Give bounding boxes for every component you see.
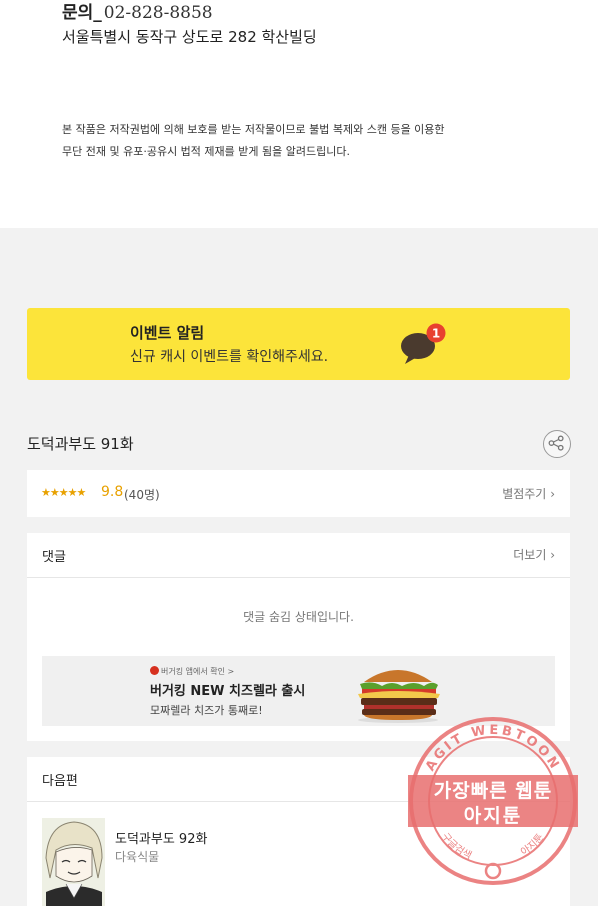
- rating-score: 9.8: [101, 484, 124, 500]
- character-thumbnail-image: [42, 818, 105, 906]
- burgerking-logo-icon: [150, 666, 159, 675]
- comments-more-button[interactable]: 더보기 ›: [513, 546, 555, 563]
- event-banner[interactable]: 이벤트 알림 신규 캐시 이벤트를 확인해주세요. 1: [27, 308, 570, 380]
- chevron-right-icon: ›: [550, 487, 555, 501]
- svg-text:구글검색: 구글검색: [439, 831, 474, 862]
- event-description: 신규 캐시 이벤트를 확인해주세요.: [130, 349, 329, 365]
- more-label: 더보기: [513, 548, 547, 562]
- watermark-line-1: 가장빠른 웹툰: [433, 780, 553, 802]
- google-icon: [484, 862, 502, 880]
- copyright-line-1: 본 작품은 저작권법에 의해 보호를 받는 저작물이므로 불법 복제와 스캔 등…: [62, 123, 445, 136]
- copyright-notice: 본 작품은 저작권법에 의해 보호를 받는 저작물이므로 불법 복제와 스캔 등…: [62, 119, 482, 163]
- share-button[interactable]: [543, 430, 571, 458]
- watermark-bottom-left: 구글검색: [439, 831, 474, 862]
- watermark-bottom-right: 아지툰: [519, 832, 547, 859]
- star-rating-icons: ★★★★★: [41, 486, 86, 499]
- share-icon: [548, 435, 564, 451]
- next-episode-author: 다육식물: [115, 850, 160, 864]
- chat-bubble-icon: 1: [401, 323, 446, 364]
- next-episode-title[interactable]: 도덕과부도 92화: [115, 828, 207, 847]
- episode-title: 도덕과부도 91화: [27, 435, 134, 453]
- contact-line: 문의_ 02-828-8858: [62, 0, 213, 23]
- comments-title: 댓글: [42, 550, 66, 565]
- ad-description: 모짜렐라 치즈가 통째로!: [150, 704, 263, 717]
- comments-card: 댓글 더보기 › 댓글 숨김 상태입니다. 버거킹 앱에서 확인 > 버거킹 N…: [27, 533, 570, 741]
- comments-header: 댓글 더보기 ›: [27, 533, 570, 578]
- rate-button[interactable]: 별점주기 ›: [502, 485, 555, 502]
- rating-card: ★★★★★ 9.8 (40명) 별점주기 ›: [27, 470, 570, 517]
- rating-count: (40명): [124, 488, 160, 502]
- comments-hidden-message: 댓글 숨김 상태입니다.: [243, 610, 354, 624]
- svg-text:AGIT WEBTOON: AGIT WEBTOON: [423, 723, 563, 774]
- address: 서울특별시 동작구 상도로 282 학산빌딩: [62, 28, 317, 46]
- badge-count: 1: [432, 327, 440, 341]
- chevron-right-icon: ›: [550, 548, 555, 562]
- footer-info: 문의_ 02-828-8858 서울특별시 동작구 상도로 282 학산빌딩 본 …: [0, 0, 598, 228]
- watermark-line-2: 아지툰: [463, 805, 523, 827]
- burger-image: [358, 670, 440, 723]
- event-title: 이벤트 알림: [130, 324, 205, 342]
- watermark-ring-text: AGIT WEBTOON: [423, 723, 560, 774]
- contact-label: 문의_: [62, 3, 102, 23]
- contact-number[interactable]: 02-828-8858: [104, 3, 213, 23]
- ad-title: 버거킹 NEW 치즈렐라 출시: [150, 684, 306, 699]
- rate-label: 별점주기: [502, 487, 547, 501]
- next-episode-heading: 다음편: [42, 774, 78, 789]
- copyright-line-2: 무단 전재 및 유포·공유시 법적 제재를 받게 됨을 알려드립니다.: [62, 145, 350, 158]
- next-episode-thumbnail[interactable]: [42, 818, 105, 906]
- svg-text:아지툰: 아지툰: [519, 832, 547, 859]
- ad-small-text: 버거킹 앱에서 확인 >: [150, 666, 234, 677]
